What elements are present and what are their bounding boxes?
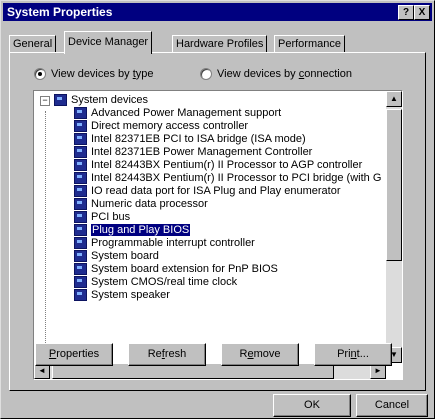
- view-by-connection-label: View devices by connection: [217, 68, 352, 80]
- tree-item-label: Numeric data processor: [91, 197, 208, 210]
- device-icon: [74, 236, 87, 249]
- tree-item-label: System speaker: [91, 288, 170, 301]
- tree-item-label: PCI bus: [91, 210, 131, 223]
- vertical-scroll-thumb[interactable]: [386, 109, 402, 261]
- tree-item-label: Intel 82371EB Power Management Controlle…: [91, 145, 313, 158]
- device-icon: [74, 158, 87, 171]
- ok-button[interactable]: OK: [273, 394, 351, 417]
- device-icon: [74, 197, 87, 210]
- tree-item[interactable]: IO read data port for ISA Plug and Play …: [74, 184, 340, 197]
- system-properties-window: System Properties ? X General Device Man…: [0, 0, 435, 419]
- tree-item-system-devices[interactable]: System devices: [54, 93, 148, 106]
- tree-item[interactable]: PCI bus: [74, 210, 130, 223]
- view-by-connection-radio[interactable]: [200, 68, 212, 80]
- device-icon: [74, 223, 87, 236]
- tree-item-label: Intel 82371EB PCI to ISA bridge (ISA mod…: [91, 132, 306, 145]
- view-by-type-option[interactable]: View devices by type: [34, 67, 154, 81]
- collapse-toggle[interactable]: −: [40, 96, 50, 106]
- title-bar[interactable]: System Properties ? X: [3, 3, 432, 21]
- tree-item-label: Intel 82443BX Pentium(r) II Processor to…: [91, 171, 382, 184]
- device-icon: [74, 210, 87, 223]
- tree-item-selected[interactable]: Plug and Play BIOS: [74, 223, 191, 236]
- device-icon: [74, 275, 87, 288]
- properties-button[interactable]: Properties: [35, 343, 113, 366]
- tree-item-label: Advanced Power Management support: [91, 106, 282, 119]
- device-icon: [74, 132, 87, 145]
- tree-item[interactable]: Advanced Power Management support: [74, 106, 281, 119]
- tree-item[interactable]: Numeric data processor: [74, 197, 208, 210]
- view-by-type-radio[interactable]: [34, 68, 46, 80]
- view-by-connection-option[interactable]: View devices by connection: [200, 67, 352, 81]
- tree-item[interactable]: System speaker: [74, 288, 170, 301]
- tree-item[interactable]: System board extension for PnP BIOS: [74, 262, 278, 275]
- device-icon: [74, 106, 87, 119]
- device-icon: [74, 288, 87, 301]
- tree-item-label: System board extension for PnP BIOS: [91, 262, 278, 275]
- device-icon: [74, 171, 87, 184]
- tree-item[interactable]: Intel 82443BX Pentium(r) II Processor to…: [74, 158, 362, 171]
- device-icon: [74, 119, 87, 132]
- device-icon: [74, 249, 87, 262]
- help-button[interactable]: ?: [398, 5, 414, 20]
- tree-item[interactable]: Intel 82371EB PCI to ISA bridge (ISA mod…: [74, 132, 306, 145]
- tree-item[interactable]: Direct memory access controller: [74, 119, 248, 132]
- tree-item-label: System devices: [71, 93, 149, 106]
- tree-item[interactable]: Intel 82371EB Power Management Controlle…: [74, 145, 312, 158]
- remove-button[interactable]: Remove: [221, 343, 299, 366]
- device-manager-panel: View devices by type View devices by con…: [9, 52, 426, 391]
- tree-item-label: Programmable interrupt controller: [91, 236, 255, 249]
- device-icon: [74, 145, 87, 158]
- tree-item[interactable]: Programmable interrupt controller: [74, 236, 255, 249]
- window-title: System Properties: [7, 5, 113, 19]
- tree-item-label: System board: [91, 249, 159, 262]
- computer-icon: [54, 93, 67, 106]
- vertical-scrollbar[interactable]: ▲ ▼: [386, 91, 402, 363]
- tree-item-label: Direct memory access controller: [91, 119, 249, 132]
- tree-item-label: Plug and Play BIOS: [91, 223, 191, 236]
- tab-general[interactable]: General: [9, 35, 57, 53]
- cancel-button[interactable]: Cancel: [356, 394, 428, 417]
- tab-performance[interactable]: Performance: [274, 35, 345, 53]
- refresh-button[interactable]: Refresh: [128, 343, 206, 366]
- close-button[interactable]: X: [414, 5, 430, 20]
- device-tree-list[interactable]: − System devices Advanced Power Manageme…: [33, 90, 403, 380]
- scroll-up-icon[interactable]: ▲: [386, 91, 402, 107]
- tree-item-label: Intel 82443BX Pentium(r) II Processor to…: [91, 158, 363, 171]
- device-icon: [74, 262, 87, 275]
- tree-item[interactable]: System CMOS/real time clock: [74, 275, 237, 288]
- tree-item[interactable]: System board: [74, 249, 159, 262]
- tree-connector-line: [45, 111, 46, 367]
- print-button[interactable]: Print...: [314, 343, 392, 366]
- device-icon: [74, 184, 87, 197]
- tree-item-label: IO read data port for ISA Plug and Play …: [91, 184, 341, 197]
- tab-device-manager[interactable]: Device Manager: [64, 31, 153, 54]
- tree-item[interactable]: Intel 82443BX Pentium(r) II Processor to…: [74, 171, 381, 184]
- view-by-type-label: View devices by type: [51, 68, 154, 80]
- tree-item-label: System CMOS/real time clock: [91, 275, 238, 288]
- tab-hardware-profiles[interactable]: Hardware Profiles: [172, 35, 268, 53]
